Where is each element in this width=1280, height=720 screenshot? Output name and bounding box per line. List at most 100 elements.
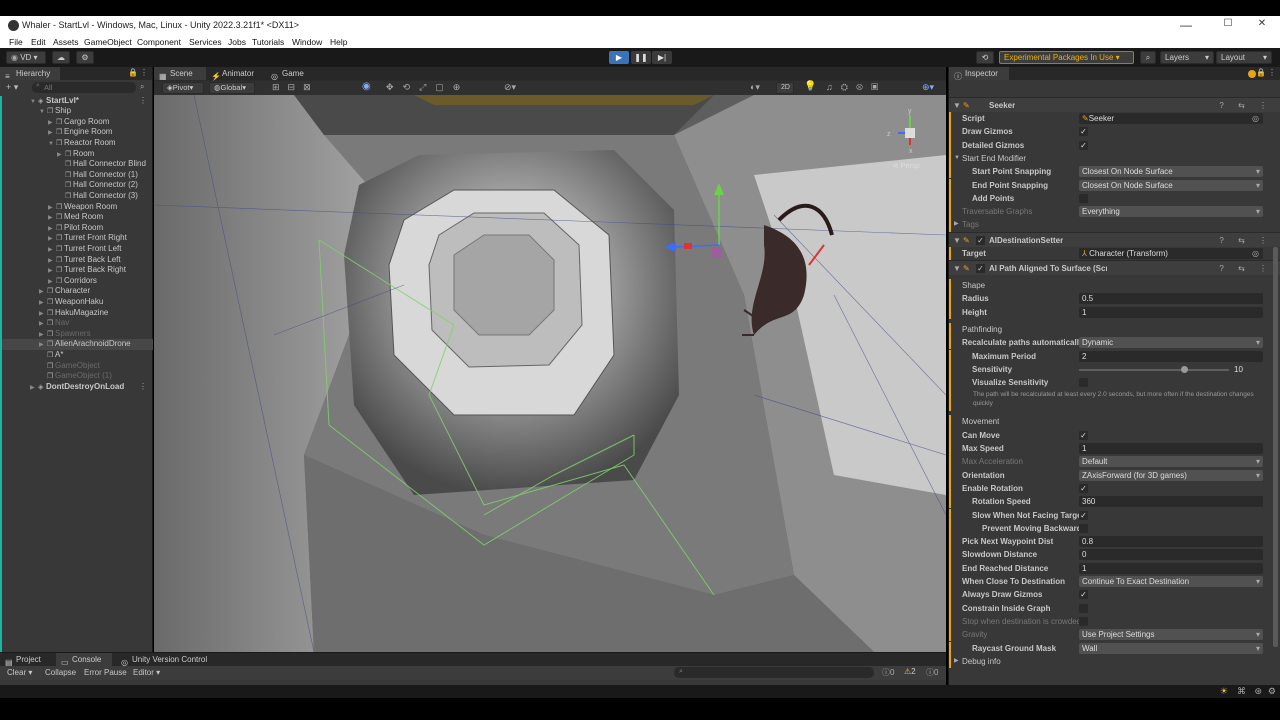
clear-button[interactable]: Clear ▾ [7, 668, 32, 677]
slider-handle[interactable] [1181, 365, 1188, 373]
checkbox[interactable]: ✓ [1079, 590, 1088, 600]
number-field[interactable]: 1 [1079, 306, 1263, 318]
checkbox[interactable]: ✓ [1079, 127, 1088, 137]
hierarchy-search-input[interactable]: All [32, 82, 136, 93]
hierarchy-row[interactable]: ▶ ❒ Engine Room [0, 127, 153, 138]
error-pause-button[interactable]: Error Pause [84, 668, 127, 677]
maximize-button[interactable]: ☐ [1214, 18, 1242, 29]
menu-help[interactable]: Help [330, 37, 347, 47]
checkbox[interactable] [1079, 603, 1088, 613]
chevron-down-icon[interactable]: ▼ [953, 233, 961, 248]
hierarchy-row[interactable]: ❒ GameObject [0, 361, 153, 372]
hierarchy-row[interactable]: ❒ Hall Connector Blind [0, 159, 153, 170]
component-enabled-checkbox[interactable]: ✓ [976, 235, 985, 245]
menu-component[interactable]: Component [137, 37, 181, 47]
hierarchy-row[interactable]: ❒ GameObject (1) [0, 371, 153, 382]
chevron-down-icon[interactable]: ▼ [953, 98, 961, 113]
component-enabled-checkbox[interactable]: ✓ [976, 264, 985, 273]
chevron-right-icon[interactable]: ▶ [954, 218, 959, 231]
menu-jobs[interactable]: Jobs [228, 37, 246, 47]
hierarchy-row[interactable]: ▶ ❒ Weapon Room [0, 202, 153, 213]
gear-icon[interactable]: ⚙ [76, 51, 94, 64]
scene-fx-icons[interactable]: ♫⛭⊗▣ [826, 82, 886, 93]
tab-hierarchy[interactable]: ≡ Hierarchy [0, 67, 60, 81]
minimize-button[interactable]: — [1172, 18, 1200, 32]
object-field[interactable]: ⅄ Character (Transform) ◎ [1079, 247, 1263, 259]
checkbox[interactable] [1079, 193, 1088, 203]
dropdown[interactable]: Default ▾ [1079, 456, 1263, 468]
hierarchy-row[interactable]: ▶ ❒ Turret Front Left [0, 244, 153, 255]
more-options-icon[interactable]: ⋮ [140, 68, 148, 77]
checkbox[interactable]: ✓ [1079, 510, 1088, 520]
dropdown[interactable]: Closest On Node Surface ▾ [1079, 166, 1263, 178]
more-options-icon[interactable]: ⋮ [139, 382, 147, 393]
settings-icon[interactable]: ⚙ [1268, 686, 1276, 697]
hierarchy-row[interactable]: ❒ Hall Connector (1) [0, 170, 153, 181]
more-options-icon[interactable]: ⋮ [1268, 68, 1276, 77]
component-header[interactable]: ▼✎ ✓ ? ⇆ ⋮ AI Path Aligned To Surface (Scri… [949, 260, 1280, 275]
layers-dropdown[interactable]: Layers ▾ [1160, 51, 1214, 64]
lock-icon[interactable]: 🔒 [128, 68, 138, 77]
checkbox[interactable]: ✓ [1079, 483, 1088, 493]
hierarchy-row[interactable]: ▶ ❒ Turret Back Right [0, 265, 153, 276]
pause-button[interactable]: ❚❚ [631, 51, 651, 64]
log-count-badge[interactable]: ⓘ0 [882, 667, 894, 678]
chevron-right-icon[interactable]: ▶ [954, 655, 959, 668]
dropdown[interactable]: Use Project Settings ▾ [1079, 629, 1263, 641]
hierarchy-row[interactable]: ▶ ❒ Cargo Room [0, 117, 153, 128]
hierarchy-row[interactable]: ▶ ❒ Turret Front Right [0, 233, 153, 244]
menu-services[interactable]: Services [189, 37, 222, 47]
tool-settings-icon[interactable]: ⊘▾ [504, 82, 516, 93]
hierarchy-row[interactable]: ▶ ❒ Spawners [0, 329, 153, 340]
tab-scene[interactable]: ▦ Scene [154, 67, 206, 81]
cloud-icon[interactable]: ☁ [52, 51, 70, 64]
object-picker-icon[interactable]: ◎ [1252, 248, 1259, 259]
pivot-toggle[interactable]: ◈Pivot▾ [162, 82, 204, 94]
checkbox[interactable] [1079, 378, 1088, 388]
menu-window[interactable]: Window [292, 37, 322, 47]
chevron-right-icon[interactable]: ▶ [30, 383, 38, 394]
play-button[interactable]: ▶ [609, 51, 629, 64]
search-icon[interactable]: ⌕ [1140, 51, 1156, 64]
account-button[interactable]: ◉ VD ▾ [6, 51, 46, 64]
dropdown[interactable]: Dynamic ▾ [1079, 337, 1263, 349]
warning-count-badge[interactable]: ⚠2 [904, 667, 916, 676]
tab-version-control[interactable]: ◎ Unity Version Control [116, 653, 226, 667]
number-field[interactable]: 360 [1079, 496, 1263, 508]
hierarchy-row[interactable]: ▶ ❒ WeaponHaku [0, 297, 153, 308]
menu-assets[interactable]: Assets [53, 37, 79, 47]
add-object-button[interactable]: + ▾ [6, 82, 18, 93]
number-field[interactable]: 0 [1079, 549, 1263, 561]
lock-icon[interactable]: 🔒 [1256, 68, 1266, 77]
number-field[interactable]: 1 [1079, 443, 1263, 454]
hierarchy-row[interactable]: ▼ ❒ Ship [0, 106, 153, 117]
network-icon[interactable]: ⌘ [1237, 686, 1246, 697]
hierarchy-row[interactable]: ▶ ❒ Room [0, 149, 153, 160]
dropdown[interactable]: Wall ▾ [1079, 642, 1263, 654]
gizmos-icon[interactable]: ⊕▾ [922, 82, 934, 93]
persp-label[interactable]: ⊲ Persp [892, 161, 920, 170]
menu-tutorials[interactable]: Tutorials [252, 37, 284, 47]
hierarchy-row[interactable]: ❒ Hall Connector (2) [0, 180, 153, 191]
scene-viewport[interactable]: y z x ⊲ Persp [154, 95, 946, 652]
tab-inspector[interactable]: ⓘ Inspector [949, 67, 1009, 81]
tab-animator[interactable]: ⚡ Animator [206, 67, 266, 81]
close-window-button[interactable]: ✕ [1248, 18, 1276, 29]
checkbox[interactable] [1079, 616, 1088, 626]
dropdown[interactable]: ZAxisForward (for 3D games) ▾ [1079, 469, 1263, 481]
draw-mode-icon[interactable]: ◐▾ [750, 82, 760, 93]
chevron-down-icon[interactable]: ▼ [953, 261, 961, 276]
menu-file[interactable]: File [9, 37, 23, 47]
notifications-icon[interactable]: ⊛ [1254, 686, 1262, 697]
toggle-2d-button[interactable]: 2D [776, 82, 794, 94]
tab-project[interactable]: ▤ Project [0, 653, 54, 667]
console-search-input[interactable] [674, 667, 874, 678]
checkbox[interactable]: ✓ [1079, 430, 1088, 440]
step-button[interactable]: ▶| [652, 51, 672, 64]
hierarchy-row[interactable]: ▶ ❒ AlienArachnoidDrone [0, 339, 153, 350]
hierarchy-row[interactable]: ▼ ◈ StartLvl* ⋮ [0, 96, 153, 107]
component-header[interactable]: ▼ ✎ ? ⇆ ⋮ Seeker [949, 97, 1280, 112]
lighting-icon[interactable]: 💡 [804, 81, 816, 92]
object-field[interactable]: ✎Seeker ◎ [1079, 113, 1263, 124]
inspector-scrollbar[interactable] [1273, 247, 1278, 647]
